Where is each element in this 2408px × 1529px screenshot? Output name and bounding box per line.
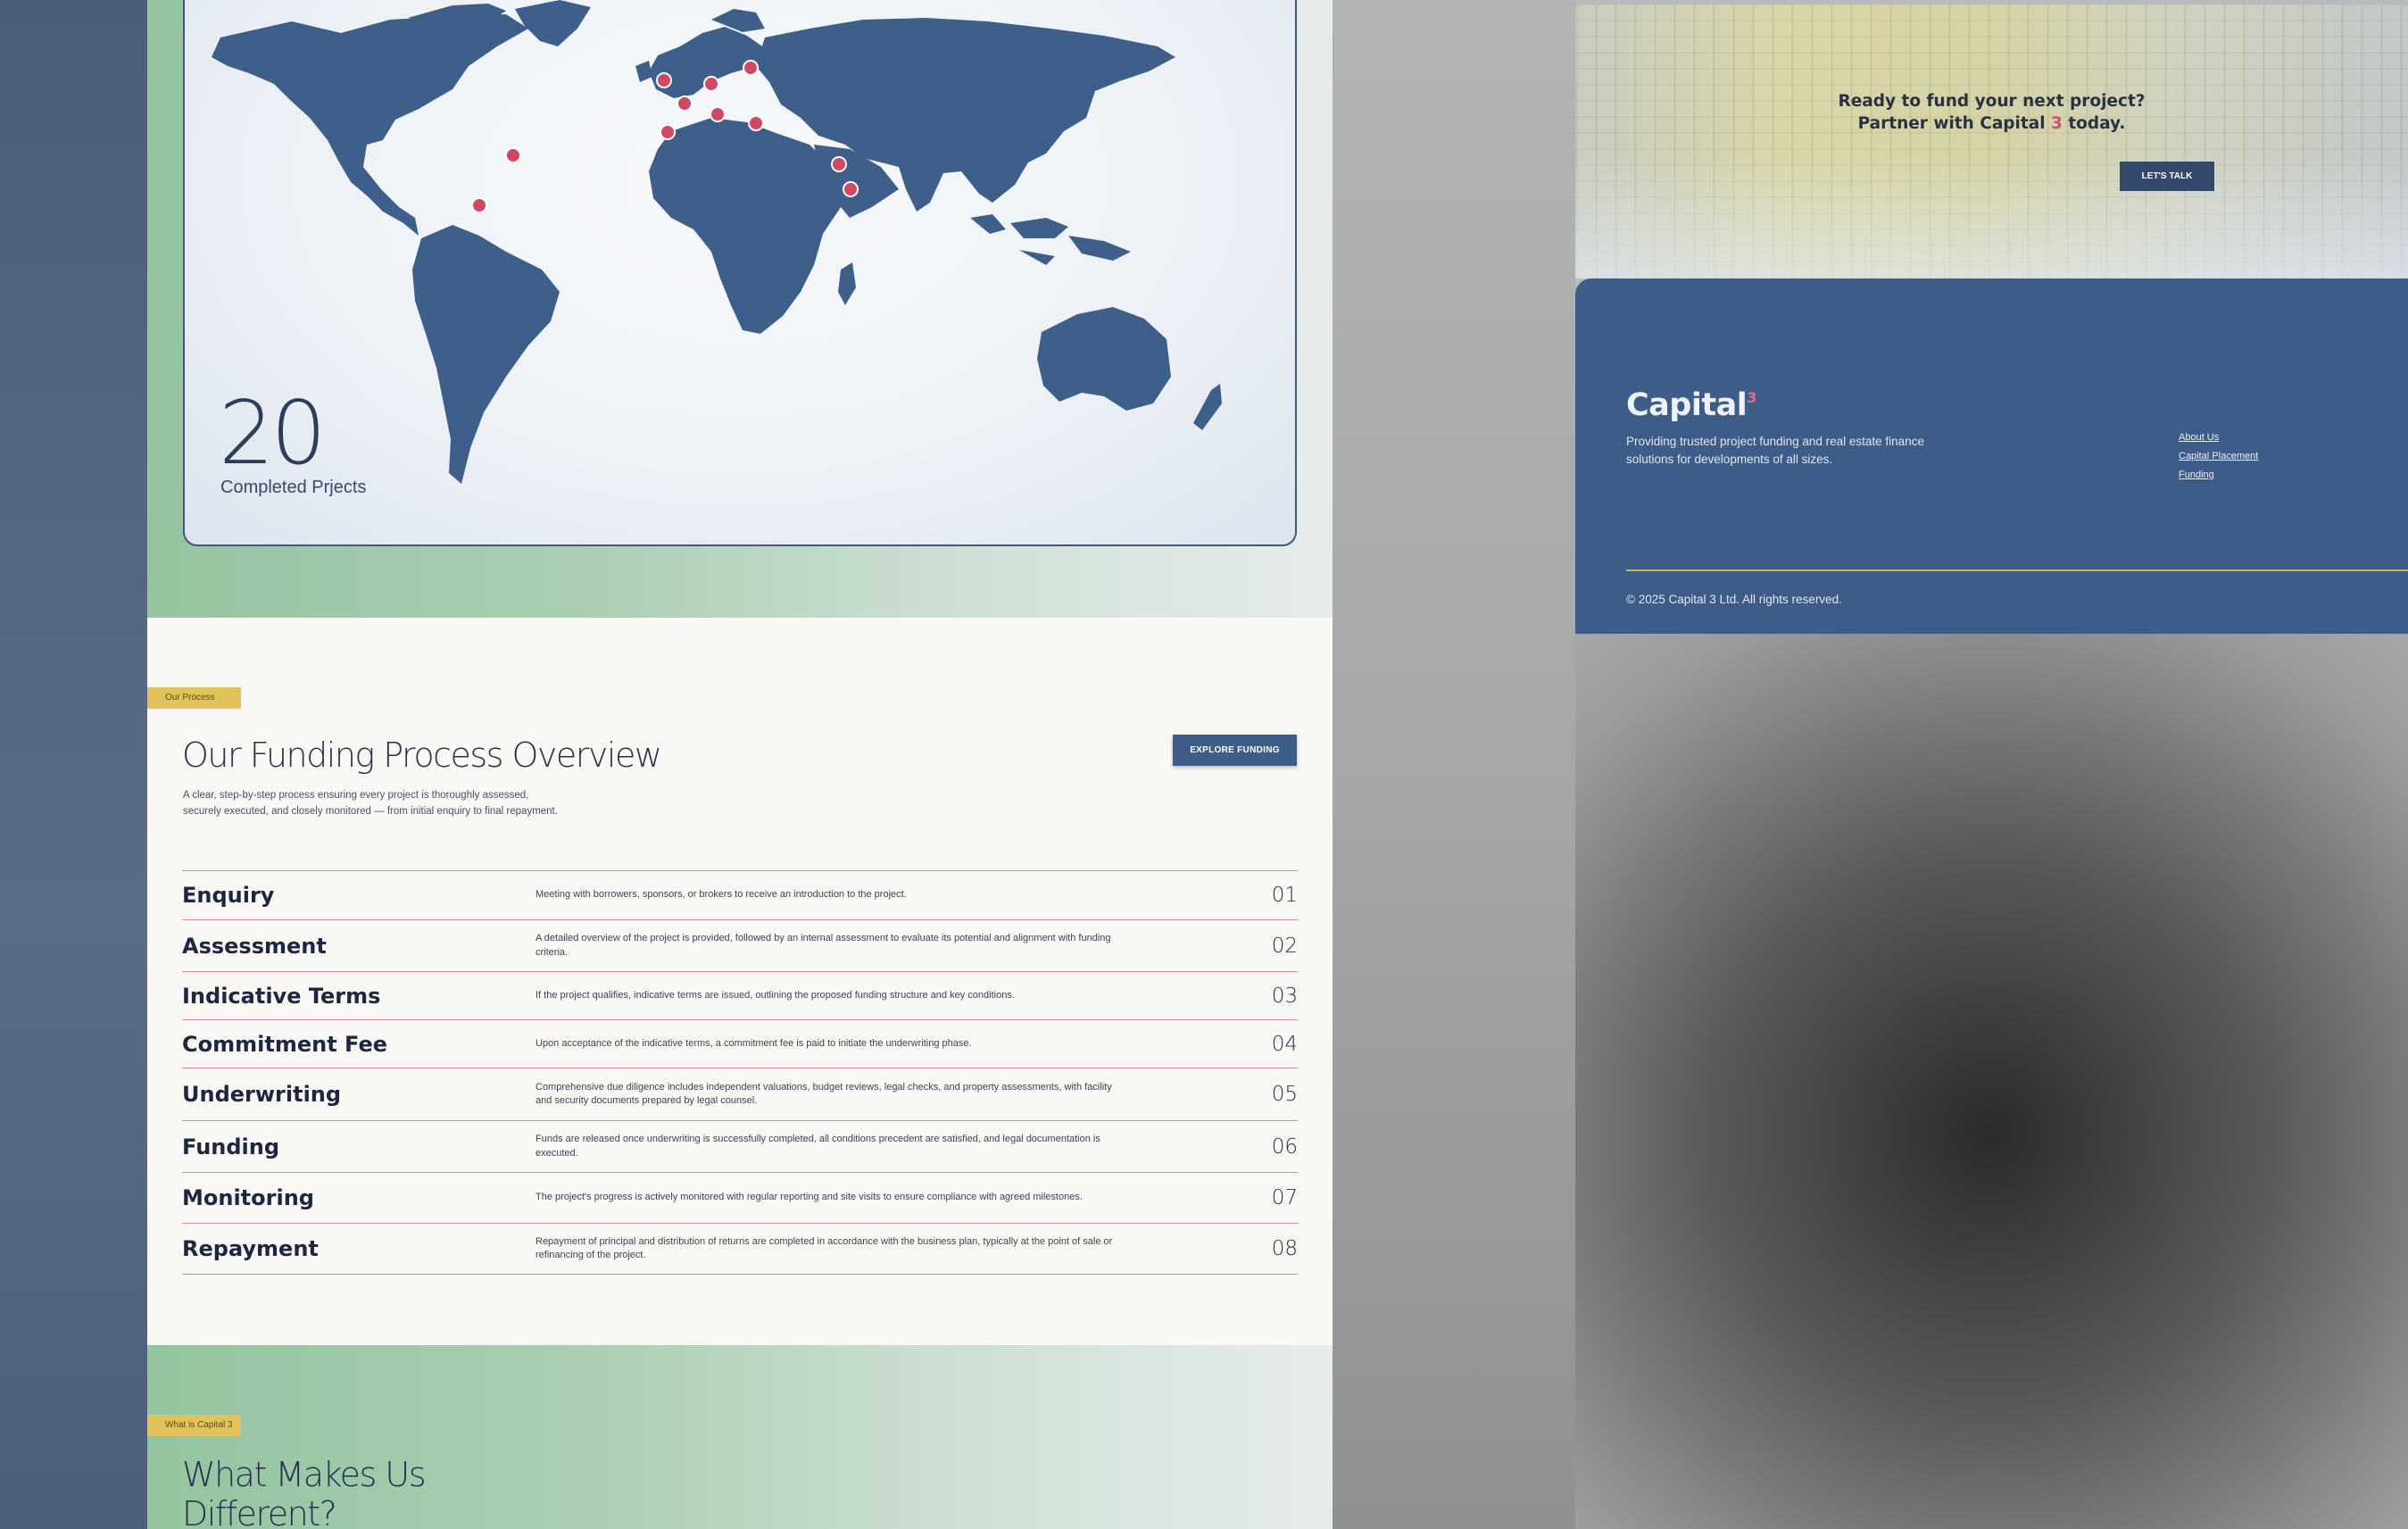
step-number: 07 [1271,1186,1298,1209]
map-marker[interactable] [677,96,693,112]
cta-line-1: Ready to fund your next project? [1838,92,2146,111]
map-section: 20 Completed Prjects [147,0,1333,618]
cta-line-2: Partner with Capital 3 today. [1575,112,2408,135]
site-footer: Capital3 Providing trusted project fundi… [1575,278,2408,634]
footer-link-capital-placement[interactable]: Capital Placement [2179,451,2258,461]
logo-text: Capital [1626,387,1748,423]
lets-talk-button[interactable]: LET'S TALK [2120,162,2214,191]
map-marker[interactable] [703,76,719,92]
step-description: Comprehensive due diligence includes ind… [536,1081,1112,1107]
step-number: 05 [1271,1083,1298,1106]
step-description: Funds are released once underwriting is … [536,1134,1100,1159]
step-name: Repayment [182,1236,319,1261]
step-number: 06 [1271,1134,1298,1159]
funding-process-section: Our Process Our Funding Process Overview… [147,618,1333,1345]
footer-link-funding[interactable]: Funding [2179,470,2258,480]
explore-funding-button[interactable]: EXPLORE FUNDING [1173,735,1297,766]
step-number: 03 [1271,984,1298,1008]
section-description: A clear, step-by-step process ensuring e… [183,790,558,817]
footer-divider [1626,569,2408,571]
map-marker[interactable] [471,197,487,213]
footer-link-about-us[interactable]: About Us [2179,432,2258,443]
process-step-row: Monitoring The project's progress is act… [182,1172,1298,1223]
difference-section: What is Capital 3 What Makes Us Differen… [147,1345,1333,1529]
section-tag: Our Process [147,687,241,709]
map-marker[interactable] [660,124,676,140]
process-step-row: Funding Funds are released once underwri… [182,1120,1298,1172]
section-tag: What is Capital 3 [147,1415,241,1436]
step-name: Commitment Fee [182,1031,387,1057]
completed-projects-label: Completed Prjects [220,478,367,497]
map-marker[interactable] [505,147,521,163]
copyright: © 2025 Capital 3 Ltd. All rights reserve… [1626,593,1842,606]
process-step-row: Assessment A detailed overview of the pr… [182,919,1298,971]
background-strip [0,0,147,1529]
step-number: 01 [1271,884,1298,907]
step-number: 02 [1271,934,1298,958]
section-title: What Makes Us Different? [182,1455,427,1529]
step-description: The project's progress is actively monit… [536,1192,1083,1203]
footer-links: About Us Capital Placement Funding [2179,432,2258,488]
call-to-action-banner: Ready to fund your next project? Partner… [1575,4,2408,278]
process-step-row: Repayment Repayment of principal and dis… [182,1223,1298,1275]
step-name: Assessment [182,933,327,959]
map-marker[interactable] [743,60,759,76]
step-name: Underwriting [182,1082,342,1107]
map-marker[interactable] [656,72,672,88]
step-description: Upon acceptance of the indicative terms,… [536,1037,972,1049]
process-step-row: Indicative Terms If the project qualifie… [182,971,1298,1019]
cta-accent: 3 [2051,114,2063,133]
footer-description: Providing trusted project funding and re… [1626,435,1924,466]
map-marker[interactable] [748,115,764,131]
main-column: 20 Completed Prjects Our Process Our Fun… [147,0,1333,1529]
world-map-icon [212,0,1222,484]
step-name: Enquiry [182,883,275,908]
step-description: Meeting with borrowers, sponsors, or bro… [536,889,907,901]
step-name: Monitoring [182,1185,314,1210]
logo-superscript: 3 [1747,389,1756,406]
process-step-row: Commitment Fee Upon acceptance of the in… [182,1019,1298,1068]
step-description: If the project qualifies, indicative ter… [536,989,1015,1001]
page-title: Our Funding Process Overview [182,735,662,775]
cta-line-2-suffix: today. [2062,114,2126,133]
process-step-row: Underwriting Comprehensive due diligence… [182,1068,1298,1120]
process-step-row: Enquiry Meeting with borrowers, sponsors… [182,870,1298,919]
world-map-card: 20 Completed Prjects [183,0,1297,546]
step-description: Repayment of principal and distribution … [536,1235,1113,1261]
map-marker[interactable] [843,181,859,197]
map-marker[interactable] [831,156,847,172]
background-panel [1333,0,1575,1529]
step-description: A detailed overview of the project is pr… [536,933,1111,958]
completed-projects-number: 20 [219,383,327,485]
logo[interactable]: Capital3 [1626,387,1756,423]
step-name: Indicative Terms [182,983,381,1009]
step-name: Funding [182,1134,280,1159]
step-number: 08 [1271,1237,1298,1260]
process-steps-list: Enquiry Meeting with borrowers, sponsors… [182,870,1298,1275]
map-marker[interactable] [710,106,726,122]
step-number: 04 [1271,1032,1298,1056]
cta-heading: Ready to fund your next project? Partner… [1575,90,2408,135]
cta-line-2-prefix: Partner with Capital [1857,114,2051,133]
